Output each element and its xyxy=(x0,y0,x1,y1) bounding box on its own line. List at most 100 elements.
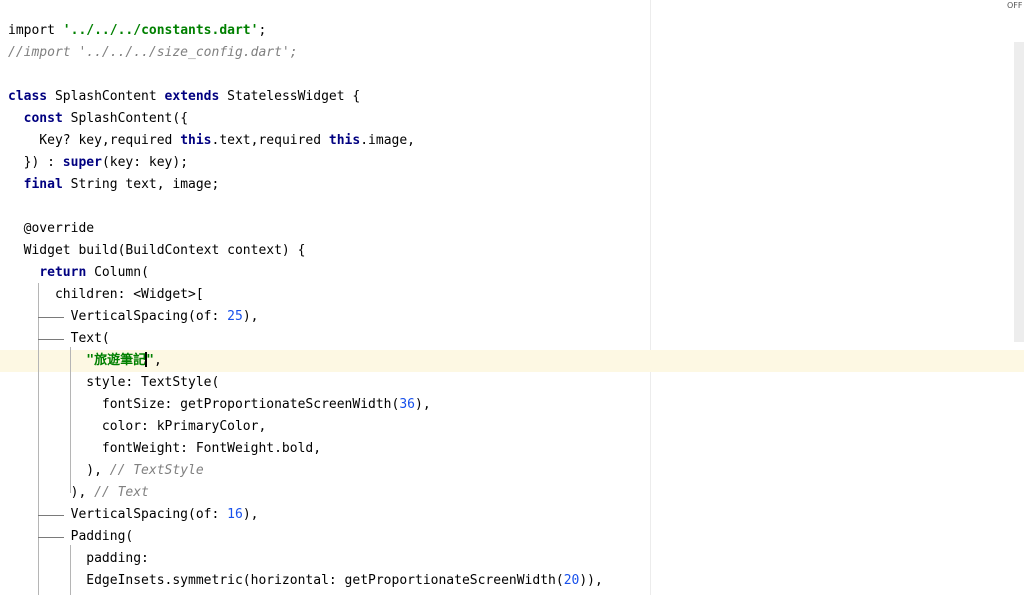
code-text: "旅遊筆記", xyxy=(8,350,162,372)
code-line[interactable]: const SplashContent({ xyxy=(0,108,1024,130)
code-token: SplashContent({ xyxy=(62,111,189,126)
code-token: this xyxy=(180,133,212,148)
code-text: }) : super(key: key); xyxy=(8,152,188,174)
code-token: 16 xyxy=(227,507,243,522)
code-token: ), xyxy=(242,309,259,324)
code-token: Padding( xyxy=(8,529,134,544)
code-line[interactable] xyxy=(0,64,1024,86)
code-line[interactable]: fontSize: getProportionateScreenWidth(36… xyxy=(0,394,1024,416)
code-token: padding: xyxy=(8,551,149,566)
code-text: EdgeInsets.symmetric(horizontal: getProp… xyxy=(8,570,603,592)
code-token: //import '../../../size_config.dart'; xyxy=(8,45,298,60)
code-token: .text,required xyxy=(211,133,329,148)
code-token: const xyxy=(23,111,63,126)
code-token: ), xyxy=(8,463,110,478)
code-line[interactable]: Widget build(BuildContext context) { xyxy=(0,240,1024,262)
indent-guide-padding xyxy=(70,545,71,595)
code-line[interactable]: class SplashContent extends StatelessWid… xyxy=(0,86,1024,108)
code-line[interactable]: //import '../../../size_config.dart'; xyxy=(0,42,1024,64)
code-line[interactable]: }) : super(key: key); xyxy=(0,152,1024,174)
code-token: Widget build(BuildContext context) { xyxy=(8,243,306,258)
code-text: fontSize: getProportionateScreenWidth(36… xyxy=(8,394,431,416)
code-token: import xyxy=(8,23,63,38)
indent-guide-branch xyxy=(38,515,64,516)
code-editor[interactable]: import '../../../constants.dart'; //impor… xyxy=(0,0,1024,595)
code-text: color: kPrimaryColor, xyxy=(8,416,266,438)
code-token: 25 xyxy=(227,309,243,324)
code-token: super xyxy=(62,155,102,170)
code-token: class xyxy=(8,89,48,104)
code-token: // Text xyxy=(94,485,149,500)
code-line[interactable]: return Column( xyxy=(0,262,1024,284)
toggle-off-label[interactable]: OFF xyxy=(1007,1,1023,10)
code-token: String text, image; xyxy=(62,177,220,192)
code-text: padding: xyxy=(8,548,149,570)
code-line[interactable]: final String text, image; xyxy=(0,174,1024,196)
code-line[interactable]: VerticalSpacing(of: 25), xyxy=(0,306,1024,328)
code-line[interactable]: fontWeight: FontWeight.bold, xyxy=(0,438,1024,460)
code-line[interactable]: color: kPrimaryColor, xyxy=(0,416,1024,438)
code-text: class SplashContent extends StatelessWid… xyxy=(8,86,360,108)
code-text: Key? key,required this.text,required thi… xyxy=(8,130,415,152)
code-line[interactable]: ), // TextStyle xyxy=(0,460,1024,482)
code-token: , xyxy=(153,353,162,368)
code-line[interactable]: style: TextStyle( xyxy=(0,372,1024,394)
code-token: style: TextStyle( xyxy=(8,375,220,390)
code-line[interactable]: padding: xyxy=(0,548,1024,570)
code-token: .image, xyxy=(360,133,416,148)
code-text: Widget build(BuildContext context) { xyxy=(8,240,306,262)
code-token: return xyxy=(39,265,87,280)
code-text: return Column( xyxy=(8,262,149,284)
code-token: color: kPrimaryColor, xyxy=(8,419,267,434)
code-token: '../../../constants.dart' xyxy=(62,23,259,38)
code-text: fontWeight: FontWeight.bold, xyxy=(8,438,321,460)
code-line[interactable]: Text( xyxy=(0,328,1024,350)
code-line[interactable]: import '../../../constants.dart'; xyxy=(0,20,1024,42)
code-line[interactable]: Key? key,required this.text,required thi… xyxy=(0,130,1024,152)
code-token: EdgeInsets.symmetric(horizontal: getProp… xyxy=(8,573,564,588)
code-token: final xyxy=(23,177,63,192)
code-line[interactable]: children: <Widget>[ xyxy=(0,284,1024,306)
code-text: import '../../../constants.dart'; xyxy=(8,20,266,42)
code-line[interactable]: EdgeInsets.symmetric(horizontal: getProp… xyxy=(0,570,1024,592)
code-token: Key? key,required xyxy=(8,133,181,148)
code-line[interactable]: ), // Text xyxy=(0,482,1024,504)
code-token: " xyxy=(146,353,154,368)
code-token: (key: key); xyxy=(101,155,189,170)
indent-guide-branch xyxy=(38,537,64,538)
code-token: "旅遊筆記 xyxy=(86,353,147,368)
code-text: ), // Text xyxy=(8,482,149,504)
code-token: ), xyxy=(8,485,95,500)
vertical-scrollbar[interactable] xyxy=(1014,42,1024,342)
code-token: fontWeight: FontWeight.bold, xyxy=(8,441,322,456)
code-text: style: TextStyle( xyxy=(8,372,219,394)
code-line[interactable] xyxy=(0,196,1024,218)
code-token: }) : xyxy=(8,155,63,170)
code-token: fontSize: getProportionateScreenWidth( xyxy=(8,397,400,412)
code-token: @override xyxy=(8,221,95,236)
code-text: @override xyxy=(8,218,94,240)
code-line[interactable]: Padding( xyxy=(0,526,1024,548)
code-token: StatelessWidget { xyxy=(219,89,361,104)
code-token: ), xyxy=(415,397,431,412)
code-text: //import '../../../size_config.dart'; xyxy=(8,42,298,64)
code-line[interactable]: VerticalSpacing(of: 16), xyxy=(0,504,1024,526)
code-token: ; xyxy=(258,23,267,38)
code-token: 36 xyxy=(399,397,415,412)
code-token: extends xyxy=(164,89,220,104)
code-token: )), xyxy=(579,573,603,588)
indent-guide-branch xyxy=(38,317,64,318)
code-token: Column( xyxy=(86,265,149,280)
code-token: this xyxy=(328,133,361,148)
code-text: const SplashContent({ xyxy=(8,108,188,130)
code-line-current[interactable]: "旅遊筆記", xyxy=(0,350,1024,372)
code-token: SplashContent xyxy=(47,89,165,104)
indent-guide-branch xyxy=(38,339,64,340)
code-text: final String text, image; xyxy=(8,174,220,196)
indent-guide-text xyxy=(70,347,71,493)
code-token: // TextStyle xyxy=(109,463,204,478)
code-line[interactable]: @override xyxy=(0,218,1024,240)
